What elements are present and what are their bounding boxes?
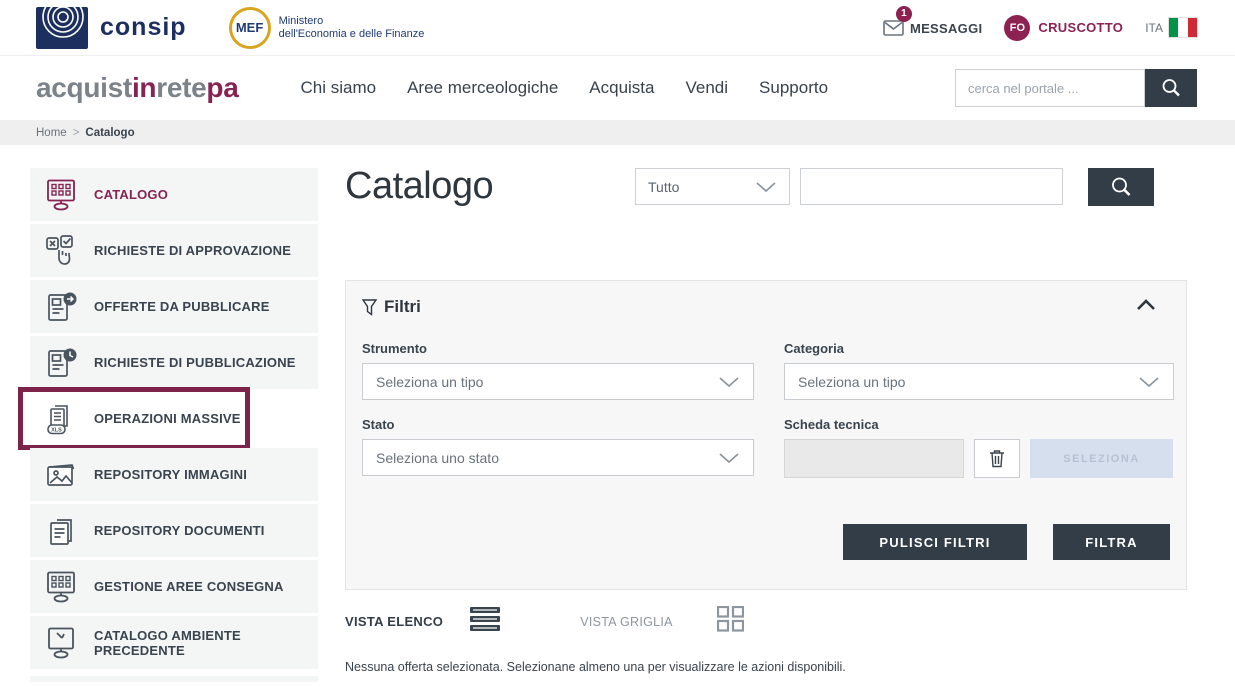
dashboard-button[interactable]: FO CRUSCOTTO <box>1004 14 1124 41</box>
chevron-up-icon <box>1137 299 1155 310</box>
grid-view-label: VISTA GRIGLIA <box>580 614 673 629</box>
documents-stack-icon <box>43 514 79 548</box>
images-icon <box>43 458 79 492</box>
filters-panel: Filtri Strumento Seleziona un tipo Categ… <box>345 280 1187 590</box>
nav-item-supporto[interactable]: Supporto <box>759 78 828 98</box>
sidebar-item-catalogo[interactable]: CATALOGO <box>30 168 318 221</box>
catalog-scope-select[interactable]: Tutto <box>635 168 790 205</box>
search-icon <box>1112 177 1131 196</box>
breadcrumb-home[interactable]: Home <box>36 127 67 139</box>
scheda-tecnica-field: Scheda tecnica SELEZIONA <box>784 417 1174 478</box>
trash-icon <box>990 450 1004 468</box>
catalog-search-input[interactable] <box>800 168 1063 205</box>
catalog-search-button[interactable] <box>1088 167 1154 206</box>
scheda-tecnica-label: Scheda tecnica <box>784 417 879 432</box>
user-avatar: FO <box>1004 14 1031 41</box>
messages-button[interactable]: 1 MESSAGGI <box>883 5 983 36</box>
chevron-down-icon <box>756 181 776 192</box>
nav-item-vendi[interactable]: Vendi <box>685 78 728 98</box>
consip-logo[interactable]: consip <box>36 6 187 49</box>
stato-field: Stato Seleziona uno stato <box>362 417 754 478</box>
sidebar-item-partial <box>30 676 318 682</box>
approval-checkboxes-icon <box>43 234 79 268</box>
stato-select[interactable]: Seleziona uno stato <box>362 439 754 476</box>
monitor-cursor-icon <box>43 626 79 660</box>
clear-filters-button[interactable]: PULISCI FILTRI <box>843 524 1027 560</box>
catalog-scope-value: Tutto <box>648 178 680 195</box>
stato-label: Stato <box>362 417 395 432</box>
chevron-down-icon <box>719 452 739 463</box>
chevron-down-icon <box>719 376 739 387</box>
nav-item-chi-siamo[interactable]: Chi siamo <box>300 78 376 98</box>
portal-search-input[interactable] <box>955 69 1145 107</box>
language-label: ITA <box>1145 20 1163 35</box>
seleziona-button[interactable]: SELEZIONA <box>1030 439 1173 478</box>
breadcrumb: Home > Catalogo <box>0 120 1235 145</box>
list-view-label: VISTA ELENCO <box>345 614 444 629</box>
selection-status-message: Nessuna offerta selezionata. Selezionane… <box>345 660 846 674</box>
catalog-monitor-icon <box>43 178 79 212</box>
italy-flag-icon <box>1169 18 1197 37</box>
document-arrow-icon <box>43 290 79 324</box>
main-content: Catalogo Tutto Filtri Strumento Selezion… <box>345 145 1187 687</box>
page-title: Catalogo <box>345 165 494 207</box>
sidebar-item-repository-immagini[interactable]: REPOSITORY IMMAGINI <box>30 448 318 501</box>
nav-item-aree-merceologiche[interactable]: Aree merceologiche <box>407 78 558 98</box>
mef-logo-icon: MEF <box>228 6 271 49</box>
scheda-tecnica-input <box>784 439 964 478</box>
categoria-field: Categoria Seleziona un tipo <box>784 341 1174 400</box>
strumento-label: Strumento <box>362 341 427 356</box>
messages-label: MESSAGGI <box>909 20 983 36</box>
strumento-field: Strumento Seleziona un tipo <box>362 341 754 400</box>
sidebar-item-richieste-di-approvazione[interactable]: RICHIESTE DI APPROVAZIONE <box>30 224 318 277</box>
sidebar-item-richieste-di-pubblicazione[interactable]: RICHIESTE DI PUBBLICAZIONE <box>30 336 318 389</box>
nav-item-acquista[interactable]: Acquista <box>589 78 654 98</box>
document-clock-icon <box>43 346 79 380</box>
search-icon <box>1162 79 1180 97</box>
main-nav: acquistinretepa Chi siamo Aree merceolog… <box>0 56 1235 120</box>
breadcrumb-current: Catalogo <box>85 126 135 139</box>
funnel-icon <box>362 298 377 316</box>
categoria-label: Categoria <box>784 341 844 356</box>
language-selector[interactable]: ITA <box>1145 18 1197 37</box>
clear-scheda-button[interactable] <box>974 439 1020 478</box>
dashboard-label: CRUSCOTTO <box>1038 20 1124 35</box>
filters-title: Filtri <box>384 297 421 316</box>
sidebar-item-repository-documenti[interactable]: REPOSITORY DOCUMENTI <box>30 504 318 557</box>
sidebar-item-catalogo-ambiente-precedente[interactable]: CATALOGO AMBIENTE PRECEDENTE <box>30 616 318 669</box>
top-bar: consip MEF Ministero dell'Economia e del… <box>0 0 1235 56</box>
list-view-icon <box>470 606 501 631</box>
collapse-filters-button[interactable] <box>1136 298 1170 316</box>
mef-ministry-text: Ministero dell'Economia e delle Finanze <box>278 14 425 40</box>
xls-document-icon: XLS <box>43 402 79 436</box>
chevron-down-icon <box>1139 376 1159 387</box>
grid-view-icon <box>716 605 744 632</box>
consip-logo-icon <box>36 6 88 49</box>
sidebar-item-operazioni-massive[interactable]: XLS OPERAZIONI MASSIVE <box>18 387 318 450</box>
messages-badge: 1 <box>895 5 912 22</box>
mef-logo[interactable]: MEF Ministero dell'Economia e delle Fina… <box>228 6 425 49</box>
grid-view-button[interactable] <box>716 605 744 637</box>
acquistinretepa-logo[interactable]: acquistinretepa <box>36 72 239 104</box>
strumento-select[interactable]: Seleziona un tipo <box>362 363 754 400</box>
list-view-button[interactable] <box>470 606 501 637</box>
apply-filters-button[interactable]: FILTRA <box>1053 524 1170 560</box>
sidebar-item-gestione-aree-consegna[interactable]: GESTIONE AREE CONSEGNA <box>30 560 318 613</box>
grid-monitor-icon <box>43 570 79 604</box>
svg-text:XLS: XLS <box>51 427 62 433</box>
sidebar-item-offerte-da-pubblicare[interactable]: OFFERTE DA PUBBLICARE <box>30 280 318 333</box>
portal-search-button[interactable] <box>1145 69 1197 107</box>
envelope-icon <box>883 19 904 36</box>
categoria-select[interactable]: Seleziona un tipo <box>784 363 1174 400</box>
consip-wordmark: consip <box>100 13 187 41</box>
sidebar: CATALOGO RICHIESTE DI APPROVAZIONE OFFER… <box>0 145 318 687</box>
breadcrumb-separator: > <box>72 126 80 139</box>
